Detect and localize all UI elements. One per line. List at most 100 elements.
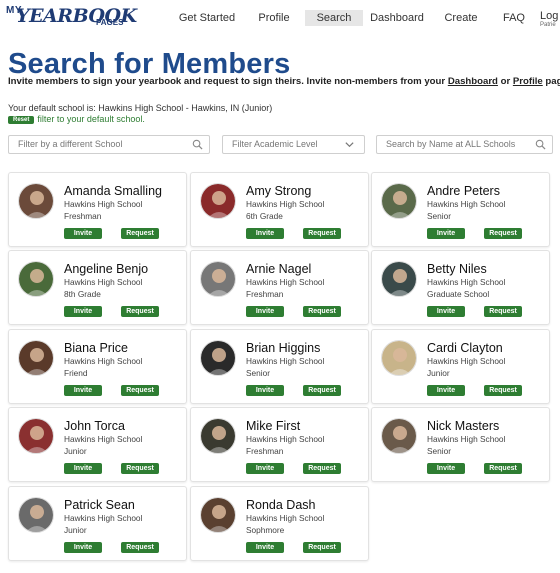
member-level: 6th Grade [246,211,283,221]
member-card[interactable]: Patrick Sean Hawkins High School Junior Inv… [8,486,187,561]
member-card[interactable]: Arnie Nagel Hawkins High School Freshman In… [190,250,369,325]
avatar[interactable] [18,418,54,454]
nav-profile[interactable]: Profile [252,10,296,26]
member-name[interactable]: Amy Strong [246,184,311,198]
member-name[interactable]: Andre Peters [427,184,500,198]
member-name[interactable]: Angeline Benjo [64,262,148,276]
member-school: Hawkins High School [427,356,506,366]
invite-button[interactable]: Invite [427,385,465,396]
nav-get-started[interactable]: Get Started [174,10,240,26]
request-button[interactable]: Request [303,385,341,396]
request-button[interactable]: Request [121,228,159,239]
member-level: Freshman [246,446,284,456]
nav-login[interactable]: Log Patrie [540,10,558,28]
member-card[interactable]: Angeline Benjo Hawkins High School 8th Gra… [8,250,187,325]
avatar[interactable] [200,497,236,533]
search-icon [535,139,546,150]
request-button[interactable]: Request [121,385,159,396]
member-school: Hawkins High School [64,356,143,366]
subtitle-text-3: page. [545,76,560,87]
request-button[interactable]: Request [303,306,341,317]
request-button[interactable]: Request [303,228,341,239]
dashboard-link[interactable]: Dashboard [448,76,498,87]
invite-button[interactable]: Invite [246,306,284,317]
member-name[interactable]: Biana Price [64,341,128,355]
invite-button[interactable]: Invite [64,228,102,239]
profile-link[interactable]: Profile [513,76,543,87]
invite-button[interactable]: Invite [427,306,465,317]
member-name[interactable]: Betty Niles [427,262,487,276]
member-level: Friend [64,368,88,378]
request-button[interactable]: Request [121,463,159,474]
member-name[interactable]: Ronda Dash [246,498,316,512]
avatar[interactable] [18,497,54,533]
member-name[interactable]: Arnie Nagel [246,262,311,276]
avatar[interactable] [200,183,236,219]
avatar[interactable] [18,183,54,219]
request-button[interactable]: Request [484,228,522,239]
member-card[interactable]: Mike First Hawkins High School Freshman Inv… [190,407,369,482]
request-button[interactable]: Request [484,463,522,474]
invite-button[interactable]: Invite [427,463,465,474]
member-card[interactable]: Nick Masters Hawkins High School Senior Inv… [371,407,550,482]
request-button[interactable]: Request [303,542,341,553]
nav-create[interactable]: Create [441,10,481,26]
avatar[interactable] [18,340,54,376]
member-card[interactable]: Andre Peters Hawkins High School Senior Inv… [371,172,550,247]
request-button[interactable]: Request [303,463,341,474]
academic-level-select[interactable]: Filter Academic Level [222,135,365,154]
site-logo[interactable]: MY YEARBOOK PAGES [6,3,137,31]
school-filter-input[interactable]: Filter by a different School [8,135,210,154]
avatar[interactable] [200,418,236,454]
invite-button[interactable]: Invite [64,385,102,396]
avatar[interactable] [200,261,236,297]
avatar[interactable] [381,418,417,454]
member-card[interactable]: Amy Strong Hawkins High School 6th Grade In… [190,172,369,247]
name-search-input[interactable]: Search by Name at ALL Schools [376,135,553,154]
member-level: 8th Grade [64,289,101,299]
member-school: Hawkins High School [427,277,506,287]
nav-dashboard[interactable]: Dashboard [369,10,425,26]
member-name[interactable]: Mike First [246,419,300,433]
invite-button[interactable]: Invite [246,542,284,553]
request-button[interactable]: Request [484,385,522,396]
member-name[interactable]: Cardi Clayton [427,341,503,355]
invite-button[interactable]: Invite [64,306,102,317]
avatar[interactable] [381,183,417,219]
member-name[interactable]: Amanda Smalling [64,184,162,198]
avatar[interactable] [200,340,236,376]
avatar[interactable] [381,261,417,297]
reset-button[interactable]: Reset [8,116,35,124]
invite-button[interactable]: Invite [427,228,465,239]
member-card[interactable]: Amanda Smalling Hawkins High School Freshm… [8,172,187,247]
member-name[interactable]: Brian Higgins [246,341,320,355]
reset-row: Reset filter to your default school. [8,114,145,124]
chevron-down-icon [345,142,354,148]
request-button[interactable]: Request [484,306,522,317]
invite-button[interactable]: Invite [246,385,284,396]
avatar[interactable] [18,261,54,297]
avatar[interactable] [381,340,417,376]
invite-button[interactable]: Invite [64,542,102,553]
member-card[interactable]: Brian Higgins Hawkins High School Senior In… [190,329,369,404]
nav-faq[interactable]: FAQ [500,10,528,26]
request-button[interactable]: Request [121,542,159,553]
member-school: Hawkins High School [427,434,506,444]
member-card[interactable]: Betty Niles Hawkins High School Graduate S… [371,250,550,325]
invite-button[interactable]: Invite [246,228,284,239]
invite-button[interactable]: Invite [64,463,102,474]
member-card[interactable]: Biana Price Hawkins High School Friend Invi… [8,329,187,404]
level-filter-placeholder: Filter Academic Level [232,139,318,149]
nav-search[interactable]: Search [305,10,363,26]
member-school: Hawkins High School [246,356,325,366]
member-card[interactable]: Ronda Dash Hawkins High School Sophmore Inv… [190,486,369,561]
member-name[interactable]: John Torca [64,419,125,433]
invite-button[interactable]: Invite [246,463,284,474]
member-school: Hawkins High School [64,277,143,287]
member-name[interactable]: Nick Masters [427,419,499,433]
reset-text: filter to your default school. [37,114,145,124]
member-name[interactable]: Patrick Sean [64,498,135,512]
member-card[interactable]: John Torca Hawkins High School Junior Invit… [8,407,187,482]
member-card[interactable]: Cardi Clayton Hawkins High School Junior In… [371,329,550,404]
request-button[interactable]: Request [121,306,159,317]
